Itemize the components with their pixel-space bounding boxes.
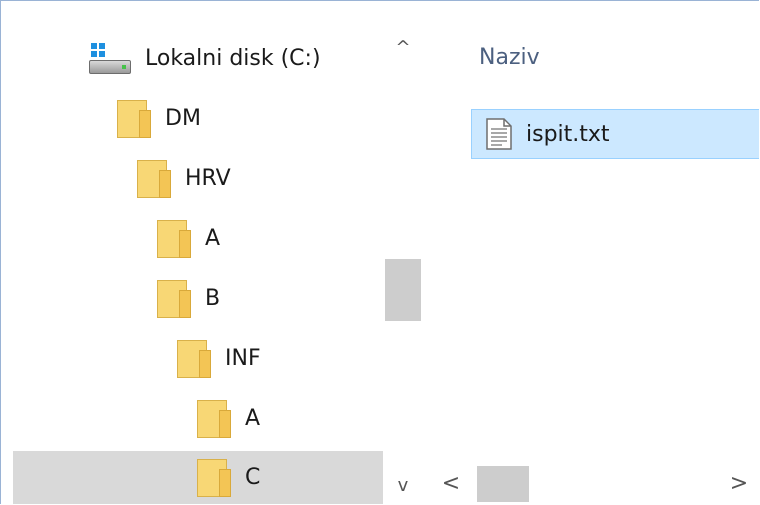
chevron-right-icon: > xyxy=(729,471,749,496)
folder-icon xyxy=(157,280,191,318)
scroll-down-button[interactable]: v xyxy=(383,467,423,503)
file-name: ispit.txt xyxy=(526,121,610,147)
tree-item-label: HRV xyxy=(185,166,231,191)
tree-item-inf[interactable]: INF xyxy=(13,334,383,384)
folder-icon xyxy=(177,340,211,378)
tree-item-label: B xyxy=(205,286,221,311)
tree-item-inf-c[interactable]: C xyxy=(13,451,383,504)
folder-icon xyxy=(197,458,231,497)
scroll-left-button[interactable]: < xyxy=(433,463,469,504)
tree-item-hrv-a[interactable]: A xyxy=(13,214,383,264)
tree-item-hrv-b[interactable]: B xyxy=(13,274,383,324)
content-pane: Naziv ispit.txt < > xyxy=(429,1,759,504)
tree-item-local-disk[interactable]: Lokalni disk (C:) xyxy=(13,34,383,84)
horizontal-scroll-thumb[interactable] xyxy=(477,466,529,502)
navigation-vertical-scrollbar[interactable]: ^ v xyxy=(383,1,423,504)
tree-item-label: INF xyxy=(225,346,261,371)
tree-item-label: A xyxy=(245,406,261,431)
tree-item-label: A xyxy=(205,226,221,251)
chevron-down-icon: v xyxy=(397,474,409,496)
tree-item-label: C xyxy=(245,464,261,490)
file-explorer-window: Lokalni disk (C:) DM HRV A B INF A C ^ v… xyxy=(0,0,759,504)
content-horizontal-scrollbar[interactable]: < > xyxy=(429,463,759,504)
file-item-ispit[interactable]: ispit.txt xyxy=(471,109,759,159)
column-header-name[interactable]: Naziv xyxy=(479,45,540,70)
chevron-left-icon: < xyxy=(441,471,461,496)
tree-item-inf-a[interactable]: A xyxy=(13,394,383,444)
tree-item-dm[interactable]: DM xyxy=(13,94,383,144)
text-file-icon xyxy=(486,118,512,150)
chevron-up-icon: ^ xyxy=(395,36,411,58)
folder-icon xyxy=(117,100,151,138)
folder-icon xyxy=(137,160,171,198)
tree-item-label: Lokalni disk (C:) xyxy=(145,46,321,71)
scroll-right-button[interactable]: > xyxy=(721,463,757,504)
vertical-scroll-thumb[interactable] xyxy=(385,259,421,321)
navigation-pane: Lokalni disk (C:) DM HRV A B INF A C xyxy=(1,1,383,504)
folder-icon xyxy=(157,220,191,258)
tree-item-label: DM xyxy=(165,106,201,131)
folder-icon xyxy=(197,400,231,438)
tree-item-hrv[interactable]: HRV xyxy=(13,154,383,204)
drive-icon xyxy=(89,43,131,75)
scroll-up-button[interactable]: ^ xyxy=(383,29,423,65)
